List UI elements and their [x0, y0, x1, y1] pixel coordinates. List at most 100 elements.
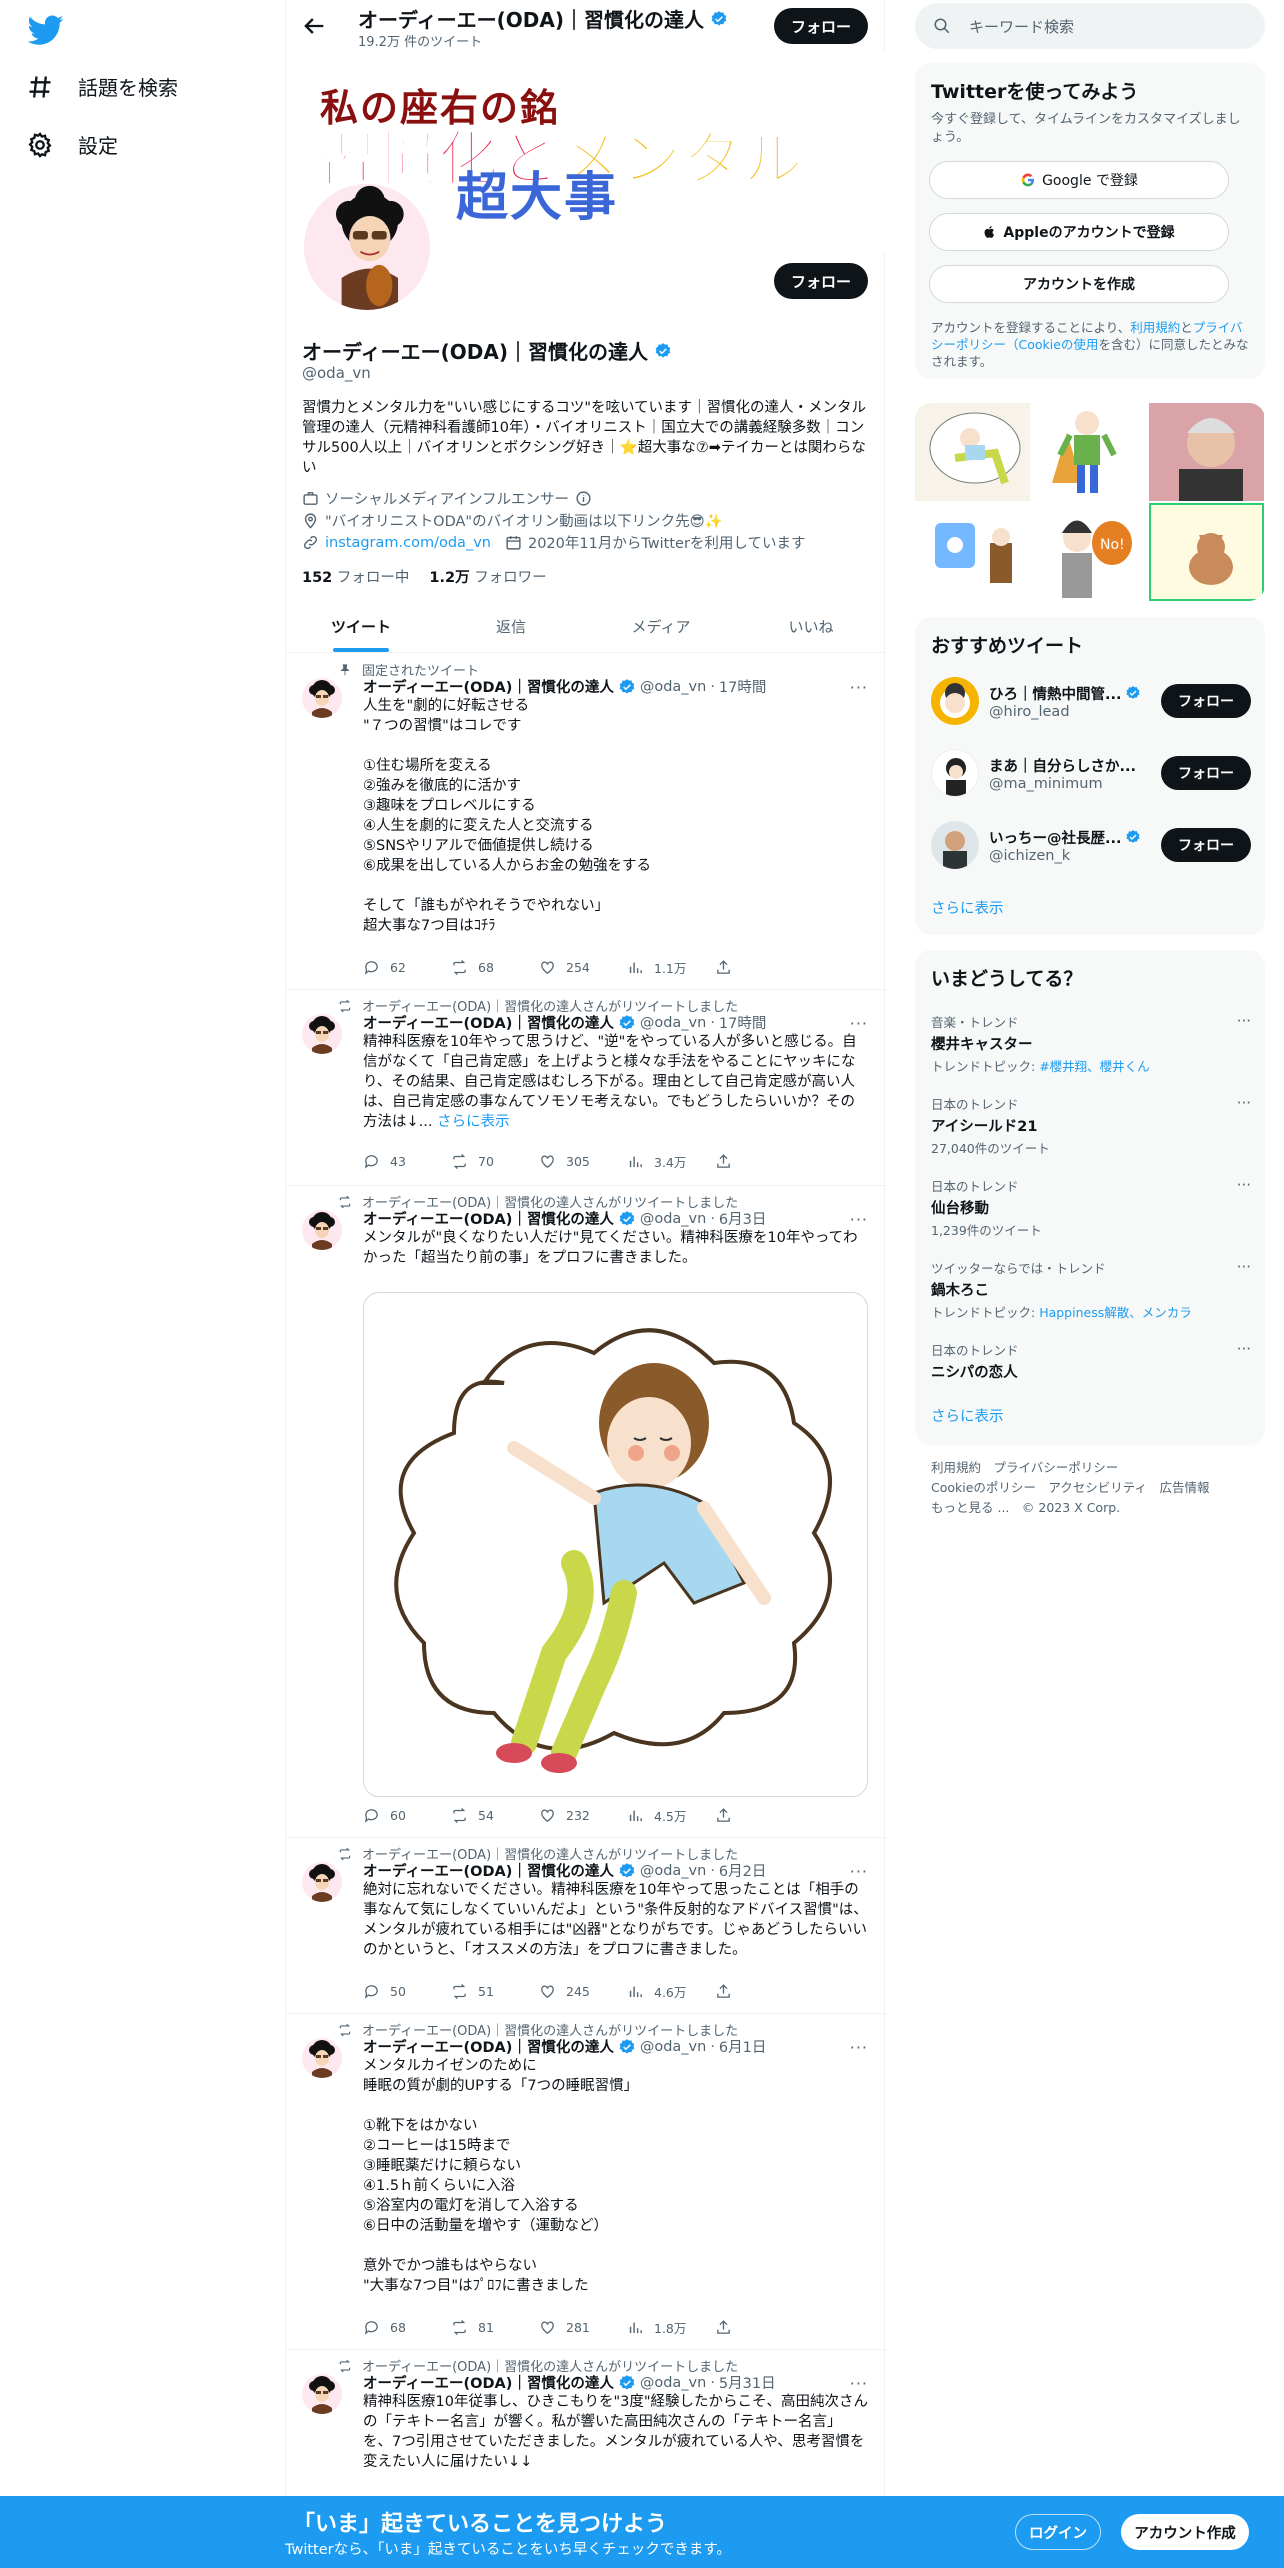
recommend-user[interactable]: ひろ｜情熱中間管... @hiro_lead フォロー [931, 673, 1251, 729]
share-button[interactable] [715, 1982, 803, 2001]
like-button[interactable]: 281 [539, 2318, 627, 2337]
show-more-link[interactable]: さらに表示 [437, 1114, 510, 1130]
recommend-show-more[interactable]: さらに表示 [931, 897, 1004, 918]
recommend-user[interactable]: いっちー@社長歴... @ichizen_k フォロー [931, 817, 1251, 873]
like-button[interactable]: 232 [539, 1806, 627, 1825]
tweet-item[interactable]: オーディーエー(ODA)｜習慣化の達人さんがリツイートしました オーディーエー(… [286, 2014, 886, 2350]
login-button[interactable]: ログイン [1015, 2514, 1101, 2550]
footer-line-2[interactable]: Cookieのポリシー アクセシビリティ 広告情報 [931, 1478, 1251, 1498]
tweet-time[interactable]: 17時間 [719, 1012, 766, 1033]
profile-follow-button[interactable]: フォロー [774, 263, 868, 299]
recommend-user[interactable]: まあ｜自分らしさか... @ma_minimum フォロー [931, 745, 1251, 801]
retweet-button[interactable]: 70 [451, 1152, 539, 1171]
tweet-author-name[interactable]: オーディーエー(ODA)｜習慣化の達人 [363, 2372, 614, 2393]
share-button[interactable] [715, 1152, 803, 1171]
tab-replies[interactable]: 返信 [436, 600, 586, 652]
recommend-follow-button[interactable]: フォロー [1161, 756, 1251, 790]
terms-link[interactable]: 利用規約 [1130, 320, 1180, 335]
twitter-bird-icon[interactable] [28, 12, 64, 48]
views-button[interactable]: 1.8万 [627, 2318, 715, 2337]
more-options-icon[interactable]: ··· [850, 1210, 868, 1229]
profile-url-link[interactable]: instagram.com/oda_vn [325, 535, 491, 551]
tweet-author-name[interactable]: オーディーエー(ODA)｜習慣化の達人 [363, 1012, 614, 1033]
tweet-avatar[interactable] [302, 2038, 342, 2078]
like-button[interactable]: 254 [539, 958, 627, 977]
following-link[interactable]: 152 フォロー中 [302, 566, 409, 587]
like-button[interactable]: 305 [539, 1152, 627, 1171]
trend-sub-link[interactable]: #櫻井翔、櫻井くん [1039, 1059, 1149, 1074]
profile-avatar[interactable] [300, 180, 434, 314]
nav-explore[interactable]: 話題を検索 [26, 72, 178, 101]
share-button[interactable] [715, 958, 803, 977]
tweet-image[interactable] [363, 1292, 868, 1797]
media-thumb[interactable] [1032, 403, 1147, 501]
more-options-icon[interactable]: ··· [850, 1862, 868, 1881]
tweet-item[interactable]: 固定されたツイート オーディーエー(ODA)｜習慣化の達人 @oda_vn · … [286, 654, 886, 990]
apple-signup-button[interactable]: Appleのアカウントで登録 [929, 213, 1229, 251]
google-signup-button[interactable]: Google で登録 [929, 161, 1229, 199]
trends-show-more[interactable]: さらに表示 [931, 1405, 1004, 1426]
media-thumb[interactable] [915, 403, 1030, 501]
reply-button[interactable]: 62 [363, 958, 451, 977]
tweet-author-name[interactable]: オーディーエー(ODA)｜習慣化の達人 [363, 2036, 614, 2057]
more-options-icon[interactable]: ··· [1237, 1012, 1251, 1030]
trend-item[interactable]: 日本のトレンド 仙台移動 1,239件のツイート ··· [931, 1176, 1251, 1239]
tweet-avatar[interactable] [302, 1862, 342, 1902]
tab-tweets[interactable]: ツイート [286, 600, 436, 652]
recommend-follow-button[interactable]: フォロー [1161, 684, 1251, 718]
more-options-icon[interactable]: ··· [1237, 1094, 1251, 1112]
media-thumb[interactable] [1149, 403, 1264, 501]
trend-item[interactable]: 日本のトレンド アイシールド21 27,040件のツイート ··· [931, 1094, 1251, 1157]
more-options-icon[interactable]: ··· [1237, 1176, 1251, 1194]
tweet-time[interactable]: 6月1日 [719, 2036, 766, 2057]
tweet-author-name[interactable]: オーディーエー(ODA)｜習慣化の達人 [363, 1208, 614, 1229]
media-thumb[interactable] [1149, 503, 1264, 601]
views-button[interactable]: 1.1万 [627, 958, 715, 977]
tweet-avatar[interactable] [302, 2374, 342, 2414]
retweet-button[interactable]: 54 [451, 1806, 539, 1825]
reply-button[interactable]: 50 [363, 1982, 451, 2001]
media-thumb[interactable]: No! [1032, 503, 1147, 601]
reply-button[interactable]: 60 [363, 1806, 451, 1825]
create-account-button[interactable]: アカウントを作成 [929, 265, 1229, 303]
retweet-button[interactable]: 68 [451, 958, 539, 977]
tweet-time[interactable]: 5月31日 [719, 2372, 776, 2393]
trend-item[interactable]: 音楽・トレンド 櫻井キャスター トレンドトピック: #櫻井翔、櫻井くん ··· [931, 1012, 1251, 1075]
share-button[interactable] [715, 1806, 803, 1825]
tweet-avatar[interactable] [302, 1014, 342, 1054]
more-options-icon[interactable]: ··· [850, 1014, 868, 1033]
tweet-item[interactable]: オーディーエー(ODA)｜習慣化の達人さんがリツイートしました オーディーエー(… [286, 1186, 886, 1838]
tweet-time[interactable]: 17時間 [719, 676, 766, 697]
views-button[interactable]: 4.5万 [627, 1806, 715, 1825]
footer-line-1[interactable]: 利用規約 プライバシーポリシー [931, 1458, 1251, 1478]
retweet-button[interactable]: 81 [451, 2318, 539, 2337]
reply-button[interactable]: 43 [363, 1152, 451, 1171]
trend-item[interactable]: ツイッターならでは・トレンド 鍋木ろこ トレンドトピック: Happiness解… [931, 1258, 1251, 1321]
tweet-time[interactable]: 6月2日 [719, 1860, 766, 1881]
tweet-avatar[interactable] [302, 678, 342, 718]
share-button[interactable] [715, 2318, 803, 2337]
reply-button[interactable]: 68 [363, 2318, 451, 2337]
tweet-item[interactable]: オーディーエー(ODA)｜習慣化の達人さんがリツイートしました オーディーエー(… [286, 1838, 886, 2014]
recommend-follow-button[interactable]: フォロー [1161, 828, 1251, 862]
back-arrow-icon[interactable] [300, 12, 328, 40]
tweet-avatar[interactable] [302, 1210, 342, 1250]
followers-link[interactable]: 1.2万 フォロワー [429, 566, 546, 587]
search-input[interactable]: キーワード検索 [969, 16, 1074, 37]
views-button[interactable]: 4.6万 [627, 1982, 715, 2001]
footer-line-3[interactable]: もっと見る ... © 2023 X Corp. [931, 1498, 1251, 1518]
views-button[interactable]: 3.4万 [627, 1152, 715, 1171]
info-icon[interactable] [575, 490, 592, 507]
retweet-button[interactable]: 51 [451, 1982, 539, 2001]
more-options-icon[interactable]: ··· [1237, 1258, 1251, 1276]
signup-button[interactable]: アカウント作成 [1121, 2514, 1249, 2550]
media-thumb[interactable] [915, 503, 1030, 601]
like-button[interactable]: 245 [539, 1982, 627, 2001]
nav-settings[interactable]: 設定 [26, 130, 118, 159]
tweet-item[interactable]: オーディーエー(ODA)｜習慣化の達人さんがリツイートしました オーディーエー(… [286, 990, 886, 1186]
more-options-icon[interactable]: ··· [850, 2374, 868, 2393]
tweet-author-name[interactable]: オーディーエー(ODA)｜習慣化の達人 [363, 1860, 614, 1881]
tab-media[interactable]: メディア [586, 600, 736, 652]
tweet-time[interactable]: 6月3日 [719, 1208, 766, 1229]
header-follow-button[interactable]: フォロー [774, 8, 868, 44]
